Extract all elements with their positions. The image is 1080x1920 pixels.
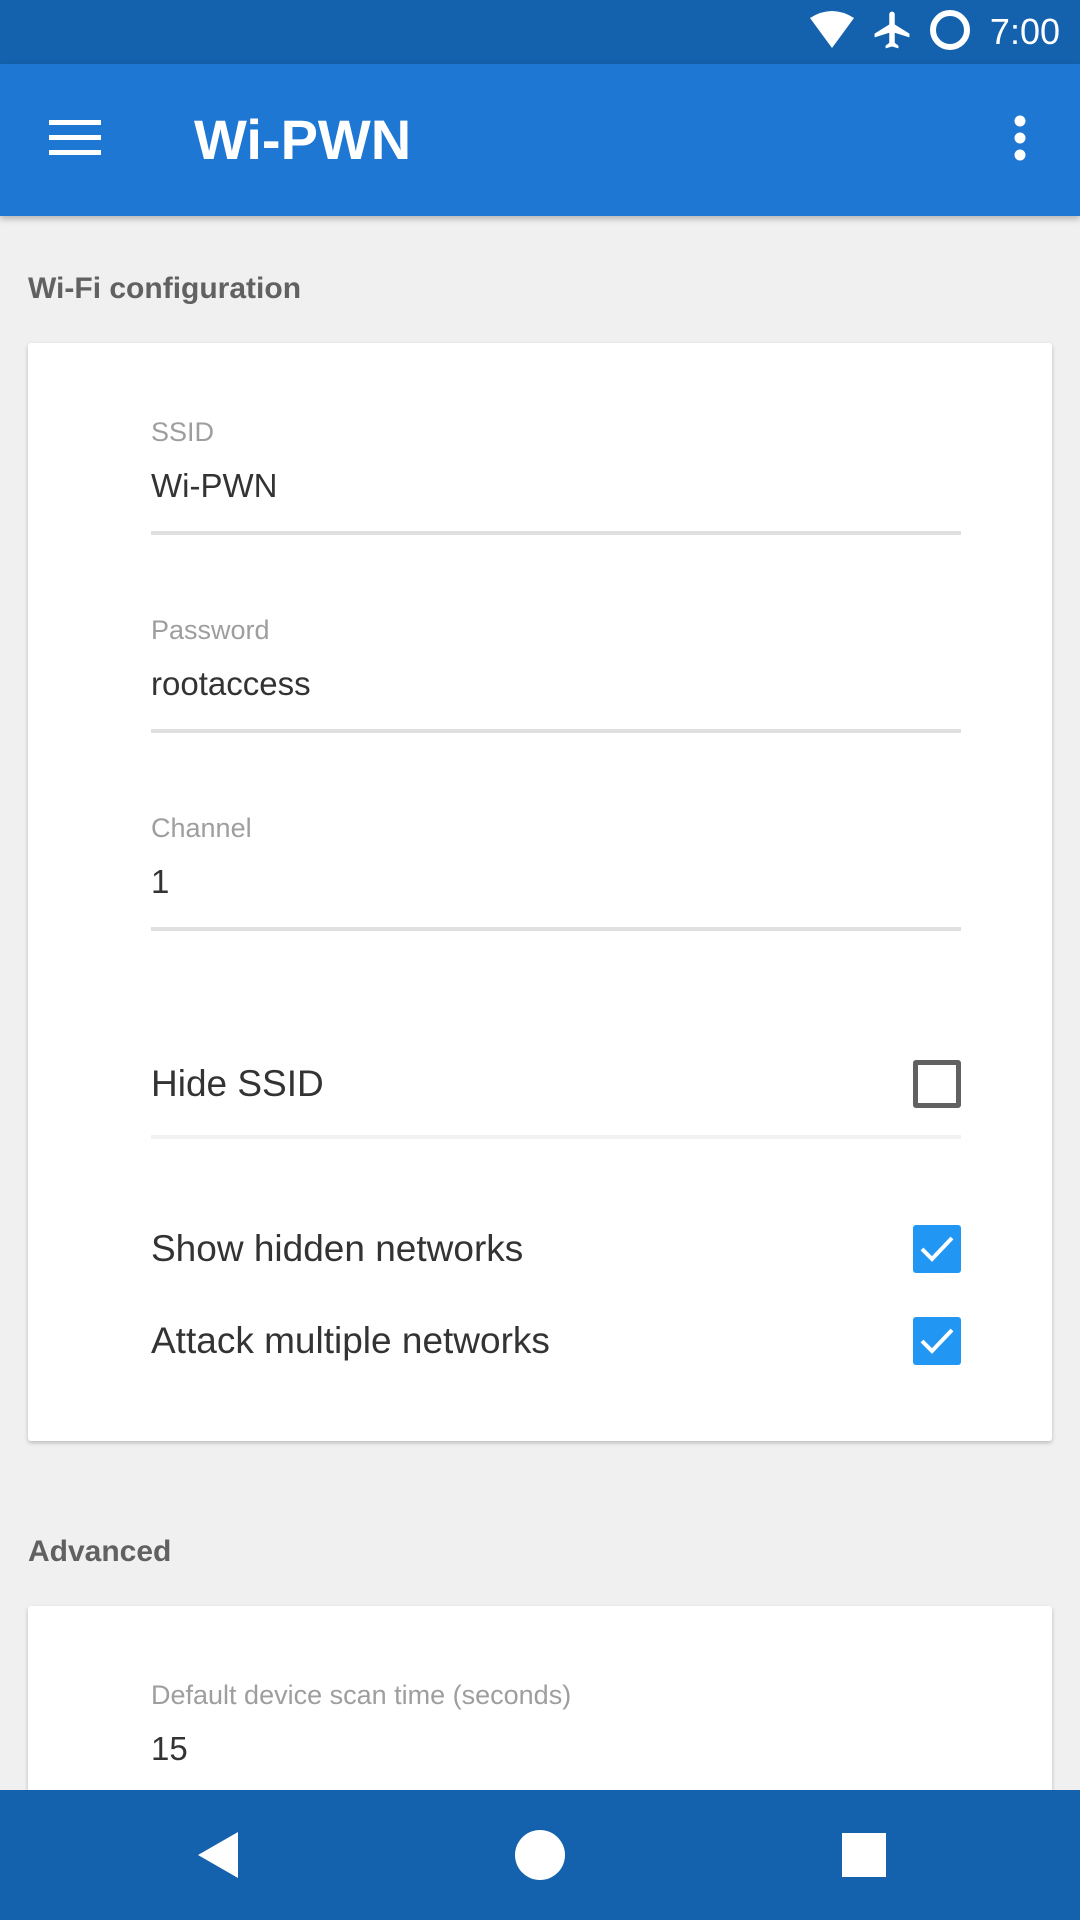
settings-content[interactable]: Wi-Fi configuration SSID Password Channe… [0,216,1080,1790]
attack-multiple-networks-row[interactable]: Attack multiple networks [151,1311,961,1371]
airplane-mode-icon [870,8,914,57]
show-hidden-networks-row[interactable]: Show hidden networks [151,1219,961,1279]
wifi-icon [808,10,856,55]
recents-button[interactable] [824,1815,904,1895]
channel-field: Channel [151,811,961,931]
back-button[interactable] [178,1815,258,1895]
navigation-bar [0,1790,1080,1920]
advanced-card: Default device scan time (seconds) [28,1606,1052,1790]
attack-multiple-networks-checkbox[interactable] [913,1317,961,1365]
wifi-config-card: SSID Password Channel Hide SSID Show hid… [28,343,1052,1441]
overflow-menu-button[interactable] [980,100,1060,180]
scan-time-label: Default device scan time (seconds) [151,1680,572,1710]
section-header-advanced: Advanced [28,1535,172,1568]
status-time: 7:00 [989,11,1060,52]
password-field: Password [151,613,961,733]
hide-ssid-checkbox[interactable] [913,1060,961,1108]
hamburger-menu-icon [49,118,101,163]
ssid-input[interactable] [151,449,961,535]
channel-input[interactable] [151,845,961,931]
show-hidden-networks-checkbox[interactable] [913,1225,961,1273]
ssid-field: SSID [151,415,961,535]
checkmark-icon [920,1328,954,1354]
recents-icon [842,1833,886,1877]
hide-ssid-label: Hide SSID [151,1063,324,1104]
scan-time-input[interactable] [151,1712,961,1790]
app-bar: Wi-PWN [0,64,1080,216]
scan-time-field: Default device scan time (seconds) [151,1678,961,1790]
sync-circle-icon [928,8,972,57]
hamburger-menu-button[interactable] [30,100,120,180]
attack-multiple-networks-label: Attack multiple networks [151,1320,550,1361]
channel-label: Channel [151,813,252,843]
section-header-wifi: Wi-Fi configuration [28,272,302,305]
show-hidden-networks-label: Show hidden networks [151,1228,524,1269]
back-icon [198,1832,238,1878]
password-label: Password [151,615,270,645]
hide-ssid-row[interactable]: Hide SSID [151,1054,961,1114]
app-title: Wi-PWN [194,108,412,171]
checkbox-divider [151,1135,961,1139]
home-button[interactable] [500,1815,580,1895]
ssid-label: SSID [151,417,215,447]
status-icons: 7:00 [808,0,1060,64]
status-bar: 7:00 [0,0,1080,64]
more-vertical-icon [1013,115,1027,166]
password-input[interactable] [151,647,961,733]
checkmark-icon [920,1236,954,1262]
home-icon [515,1830,565,1880]
